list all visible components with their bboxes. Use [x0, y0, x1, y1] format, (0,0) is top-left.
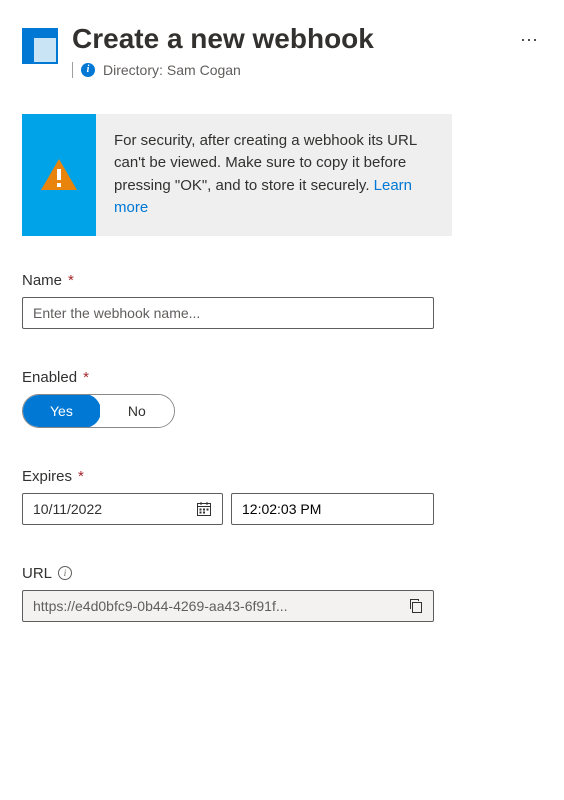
copy-icon — [408, 598, 423, 613]
expires-date-value: 10/11/2022 — [33, 501, 196, 517]
enabled-toggle: Yes No — [22, 394, 175, 428]
expires-date-input[interactable]: 10/11/2022 — [22, 493, 223, 525]
expires-label-text: Expires — [22, 468, 72, 485]
info-icon[interactable]: i — [58, 566, 72, 580]
url-value: https://e4d0bfc9-0b44-4269-aa43-6f91f... — [23, 591, 398, 621]
enabled-field-group: Enabled * Yes No — [22, 369, 542, 428]
warning-text: For security, after creating a webhook i… — [96, 114, 452, 236]
security-warning-banner: For security, after creating a webhook i… — [22, 114, 452, 236]
header-content: Create a new webhook i Directory: Sam Co… — [72, 22, 502, 78]
enabled-label: Enabled * — [22, 369, 542, 386]
name-label-text: Name — [22, 272, 62, 289]
enabled-yes-option[interactable]: Yes — [22, 394, 101, 428]
page-subtitle: i Directory: Sam Cogan — [72, 62, 502, 78]
warning-icon-column — [22, 114, 96, 236]
name-field-group: Name * — [22, 272, 542, 329]
page-title: Create a new webhook — [72, 22, 502, 56]
required-indicator: * — [83, 369, 89, 386]
required-indicator: * — [78, 468, 84, 485]
calendar-icon — [196, 501, 212, 517]
url-label: URL i — [22, 565, 542, 582]
more-actions-button[interactable]: ··· — [516, 26, 542, 52]
expires-inputs: 10/11/2022 — [22, 493, 434, 525]
name-input[interactable] — [22, 297, 434, 329]
url-field-group: URL i https://e4d0bfc9-0b44-4269-aa43-6f… — [22, 565, 542, 622]
url-readonly-field: https://e4d0bfc9-0b44-4269-aa43-6f91f... — [22, 590, 434, 622]
info-icon: i — [81, 63, 95, 77]
expires-field-group: Expires * 10/11/2022 — [22, 468, 542, 525]
expires-label: Expires * — [22, 468, 542, 485]
webhook-resource-icon — [22, 28, 58, 64]
directory-label: Directory: — [103, 62, 163, 78]
warning-message: For security, after creating a webhook i… — [114, 132, 417, 194]
subtitle-divider — [72, 62, 73, 78]
required-indicator: * — [68, 272, 74, 289]
enabled-label-text: Enabled — [22, 369, 77, 386]
page-header: Create a new webhook i Directory: Sam Co… — [22, 22, 542, 78]
expires-time-input[interactable] — [231, 493, 434, 525]
warning-triangle-icon — [39, 157, 79, 193]
enabled-no-option[interactable]: No — [100, 395, 174, 427]
copy-url-button[interactable] — [398, 592, 433, 619]
url-label-text: URL — [22, 565, 52, 582]
directory-value: Sam Cogan — [167, 62, 241, 78]
name-label: Name * — [22, 272, 542, 289]
